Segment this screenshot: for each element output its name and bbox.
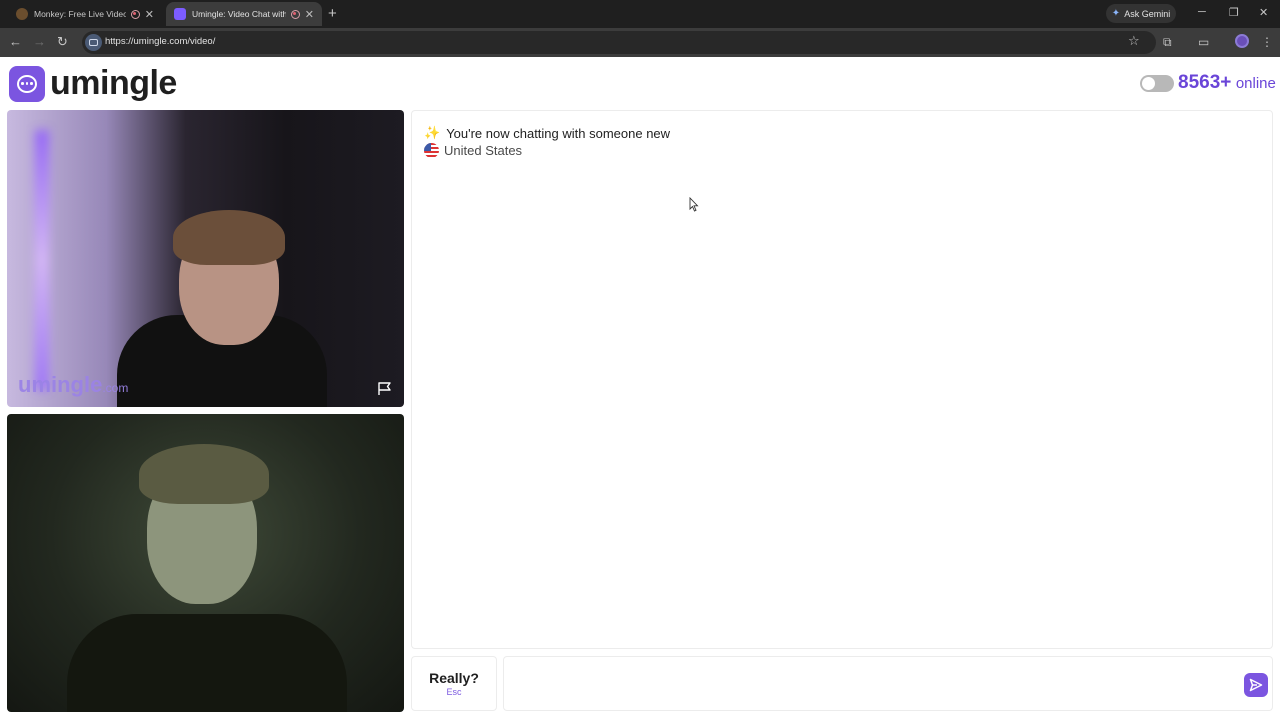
close-window-icon[interactable]: ✕ (1259, 6, 1268, 19)
self-body (67, 614, 347, 712)
stranger-hair (173, 210, 285, 265)
self-video (7, 414, 404, 712)
browser-tabstrip: Monkey: Free Live Video Ch ✕ Umingle: Vi… (0, 0, 1280, 28)
chat-panel: ✨ You're now chatting with someone new U… (411, 110, 1273, 649)
skip-label: Really? (429, 670, 479, 686)
us-flag-icon (424, 143, 439, 158)
browser-toolbar: ← → ↻ https://umingle.com/video/ (0, 28, 1280, 57)
tab-title: Monkey: Free Live Video Ch (34, 9, 126, 19)
monkey-favicon-icon (16, 8, 28, 20)
country-name: United States (444, 143, 523, 158)
skip-button[interactable]: Really? Esc (411, 656, 497, 711)
online-label: online (1235, 75, 1276, 92)
bookmark-star-icon[interactable]: ☆ (1128, 33, 1140, 49)
system-message: ✨ You're now chatting with someone new (424, 125, 670, 141)
tab-title: Umingle: Video Chat with S (192, 9, 286, 19)
close-icon[interactable]: ✕ (305, 8, 314, 21)
site-info-icon[interactable] (85, 34, 102, 51)
restore-icon[interactable]: ❐ (1229, 6, 1239, 19)
stranger-video: umingle.com (7, 110, 404, 407)
forward-icon[interactable]: → (33, 34, 46, 49)
watermark-suffix: .com (102, 381, 129, 395)
url-text: https://umingle.com/video/ (105, 36, 216, 47)
message-input[interactable] (514, 657, 1234, 710)
watermark-main: umingle (18, 372, 103, 397)
video-watermark: umingle.com (18, 372, 128, 398)
umingle-logo[interactable]: umingle (9, 64, 177, 103)
minimize-icon[interactable]: ─ (1198, 6, 1206, 18)
report-flag-icon[interactable] (377, 382, 393, 396)
recording-icon (290, 9, 300, 19)
close-icon[interactable]: ✕ (145, 8, 154, 21)
address-bar[interactable]: https://umingle.com/video/ (82, 31, 1156, 54)
side-panel-icon[interactable]: ▭ (1198, 35, 1209, 49)
new-tab-button[interactable]: + (328, 5, 337, 22)
sparkles-icon: ✨ (424, 125, 441, 140)
profile-avatar[interactable] (1235, 34, 1249, 48)
ask-gemini-button[interactable]: ✦ Ask Gemini (1106, 4, 1176, 23)
online-counter: 8563+ online (1178, 72, 1276, 94)
tab-monkey[interactable]: Monkey: Free Live Video Ch ✕ (8, 2, 162, 26)
recording-icon (130, 9, 140, 19)
reload-icon[interactable]: ↻ (57, 34, 68, 50)
back-icon[interactable]: ← (9, 34, 22, 49)
send-button[interactable] (1244, 673, 1268, 697)
self-hair (139, 444, 269, 504)
system-message-text: You're now chatting with someone new (446, 125, 671, 141)
skip-hint: Esc (446, 687, 462, 697)
extensions-icon[interactable]: ⧉ (1163, 35, 1172, 50)
tab-umingle[interactable]: Umingle: Video Chat with S ✕ (166, 2, 322, 26)
message-box (503, 656, 1273, 711)
send-arrow-icon (1249, 678, 1263, 692)
mouse-cursor-icon (689, 197, 699, 212)
menu-kebab-icon[interactable]: ⋮ (1261, 35, 1273, 49)
online-count: 8563+ (1178, 72, 1232, 93)
umingle-favicon-icon (174, 8, 186, 20)
chat-bubble-logo-icon (9, 65, 45, 102)
gemini-sparkle-icon: ✦ (1111, 8, 1121, 19)
stranger-country: United States (424, 143, 522, 158)
ask-gemini-label: Ask Gemini (1124, 8, 1171, 19)
logo-text: umingle (50, 64, 177, 102)
theme-toggle[interactable] (1140, 75, 1174, 92)
